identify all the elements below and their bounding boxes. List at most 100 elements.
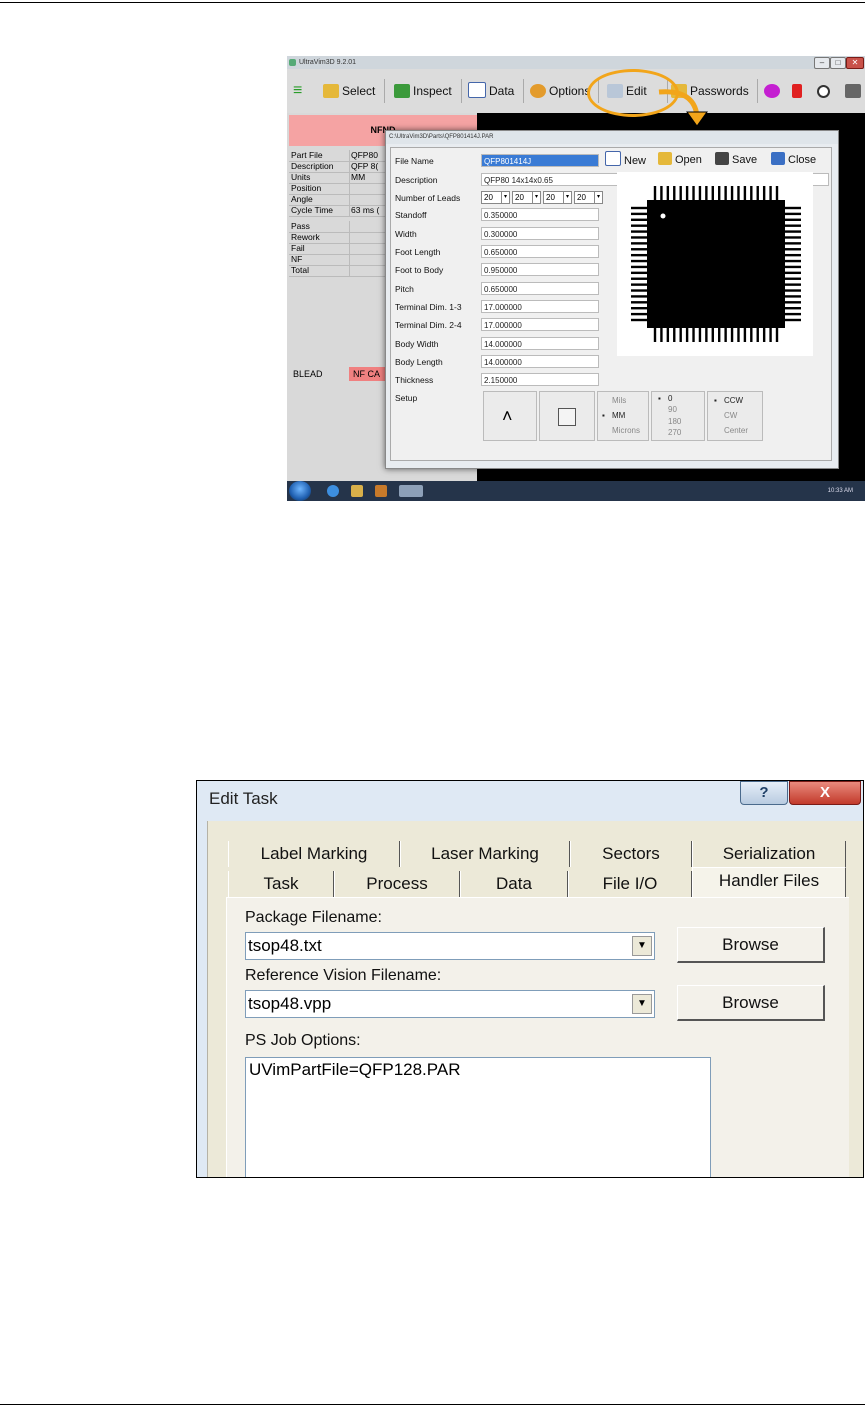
leads-spinner-2[interactable]: 20 ▾ bbox=[512, 191, 541, 204]
dialog-client: Label Marking Laser Marking Sectors Seri… bbox=[207, 821, 863, 1177]
chip-lead bbox=[785, 206, 801, 210]
select-button[interactable]: Select bbox=[323, 79, 375, 103]
minimize-button[interactable]: – bbox=[814, 57, 830, 69]
tab-serialization[interactable]: Serialization bbox=[692, 841, 846, 867]
rot-0-radio[interactable]: 0 bbox=[668, 394, 672, 403]
tab-task[interactable]: Task bbox=[228, 871, 334, 897]
file-name-label: File Name bbox=[395, 156, 434, 166]
radio-selected-icon: ▪ bbox=[602, 411, 605, 420]
chip-lead bbox=[666, 328, 670, 342]
save-button[interactable]: Save bbox=[715, 151, 757, 169]
new-button[interactable]: New bbox=[605, 151, 646, 169]
center-checkbox[interactable]: Center bbox=[724, 426, 748, 435]
leads-spinner-4[interactable]: 20 ▾ bbox=[574, 191, 603, 204]
ultravim-taskbar-icon[interactable] bbox=[399, 485, 423, 497]
mils-radio[interactable]: Mils bbox=[612, 396, 626, 405]
start-button[interactable] bbox=[289, 481, 311, 501]
param-field[interactable]: 0.650000 bbox=[481, 282, 599, 295]
leads-spinner-3[interactable]: 20 ▾ bbox=[543, 191, 572, 204]
leads-label: Number of Leads bbox=[395, 193, 461, 203]
chip-lead bbox=[698, 186, 702, 200]
open-button[interactable]: Open bbox=[658, 151, 702, 169]
chip-lead bbox=[653, 186, 657, 200]
chip-lead bbox=[631, 295, 647, 298]
folder-icon bbox=[658, 152, 672, 165]
chip-lead bbox=[653, 328, 657, 342]
param-field[interactable]: 0.650000 bbox=[481, 245, 599, 258]
ccw-radio[interactable]: CCW bbox=[724, 396, 743, 405]
data-button[interactable]: Data bbox=[468, 79, 514, 103]
table-button[interactable] bbox=[539, 391, 595, 441]
rot-180-radio[interactable]: 180 bbox=[668, 417, 681, 426]
chevron-down-icon[interactable]: ▼ bbox=[632, 936, 652, 956]
app-taskbar-icon[interactable] bbox=[375, 485, 387, 497]
browse-package-button[interactable]: Browse bbox=[677, 927, 825, 963]
tab-file-io[interactable]: File I/O bbox=[568, 871, 692, 897]
param-field[interactable]: 0.950000 bbox=[481, 263, 599, 276]
param-field[interactable]: 2.150000 bbox=[481, 373, 599, 386]
param-label: Pitch bbox=[395, 284, 414, 294]
printer-icon[interactable] bbox=[845, 79, 864, 103]
chip-lead bbox=[785, 218, 801, 221]
browse-reference-button[interactable]: Browse bbox=[677, 985, 825, 1021]
letter-a-icon bbox=[605, 151, 621, 166]
rot-90-radio[interactable]: 90 bbox=[668, 405, 677, 414]
explorer-icon[interactable] bbox=[351, 485, 363, 497]
chip-lead bbox=[756, 328, 759, 342]
zoom-icon[interactable] bbox=[817, 79, 833, 103]
chip-lead bbox=[785, 277, 801, 280]
play-icon[interactable] bbox=[764, 79, 783, 103]
param-field[interactable]: 14.000000 bbox=[481, 355, 599, 368]
param-field[interactable]: 17.000000 bbox=[481, 300, 599, 313]
chip-lead bbox=[666, 186, 670, 200]
tab-laser-marking[interactable]: Laser Marking bbox=[400, 841, 570, 867]
ultravim-screenshot: UltraVim3D 9.2.01 – □ ✕ ≡ Select Inspect… bbox=[287, 56, 865, 501]
leads-spinner-1[interactable]: 20 ▾ bbox=[481, 191, 510, 204]
chip-lead bbox=[685, 328, 689, 342]
close-dialog-button[interactable]: X bbox=[789, 781, 861, 805]
microns-radio[interactable]: Microns bbox=[612, 426, 640, 435]
stop-icon[interactable] bbox=[792, 79, 805, 103]
close-icon bbox=[771, 152, 785, 165]
tab-data[interactable]: Data bbox=[460, 871, 568, 897]
passwords-button[interactable]: Passwords bbox=[671, 79, 749, 103]
ps-job-options-textarea[interactable]: UVimPartFile=QFP128.PAR bbox=[245, 1057, 711, 1177]
param-field[interactable]: 0.350000 bbox=[481, 208, 599, 221]
inspect-button[interactable]: Inspect bbox=[394, 79, 452, 103]
setup-label: Setup bbox=[395, 393, 418, 403]
chip-lead bbox=[756, 186, 759, 200]
edit-task-title: Edit Task bbox=[209, 789, 278, 808]
package-filename-combo[interactable]: tsop48.txt ▼ bbox=[245, 932, 655, 960]
reference-vision-combo[interactable]: tsop48.vpp ▼ bbox=[245, 990, 655, 1018]
close-button[interactable]: Close bbox=[771, 151, 816, 169]
param-field[interactable]: 0.300000 bbox=[481, 227, 599, 240]
chip-lead bbox=[631, 271, 647, 275]
tab-handler-files[interactable]: Handler Files bbox=[692, 867, 846, 898]
help-button[interactable]: ? bbox=[740, 781, 788, 805]
ie-icon[interactable] bbox=[327, 485, 339, 497]
tab-sectors[interactable]: Sectors bbox=[570, 841, 692, 867]
tab-label-marking[interactable]: Label Marking bbox=[228, 841, 400, 867]
options-button[interactable]: Options bbox=[530, 79, 590, 103]
param-field[interactable]: 17.000000 bbox=[481, 318, 599, 331]
table-icon bbox=[558, 408, 576, 426]
taskbar-clock: 10:33 AM bbox=[827, 488, 853, 494]
maximize-button[interactable]: □ bbox=[830, 57, 846, 69]
letter-a-icon bbox=[468, 82, 486, 98]
tab-process[interactable]: Process bbox=[334, 871, 460, 897]
mm-radio[interactable]: MM bbox=[612, 411, 625, 420]
chip-lead bbox=[718, 328, 721, 342]
close-window-button[interactable]: ✕ bbox=[846, 57, 864, 69]
part-edit-dialog: C:\UltraVim3D\Parts\QFP801414J.PAR File … bbox=[385, 130, 839, 469]
param-field[interactable]: 14.000000 bbox=[481, 337, 599, 350]
chevron-down-icon[interactable]: ▼ bbox=[632, 994, 652, 1014]
param-label: Foot to Body bbox=[395, 265, 444, 275]
tweezers-button[interactable]: ˄ bbox=[483, 391, 537, 441]
chip-lead bbox=[631, 277, 647, 280]
cw-radio[interactable]: CW bbox=[724, 411, 737, 420]
wifi-icon[interactable]: ≡ bbox=[293, 79, 302, 103]
chip-lead bbox=[750, 328, 753, 342]
rot-270-radio[interactable]: 270 bbox=[668, 428, 681, 437]
chip-lead bbox=[631, 212, 647, 216]
file-name-field[interactable]: QFP801414J bbox=[481, 154, 599, 167]
